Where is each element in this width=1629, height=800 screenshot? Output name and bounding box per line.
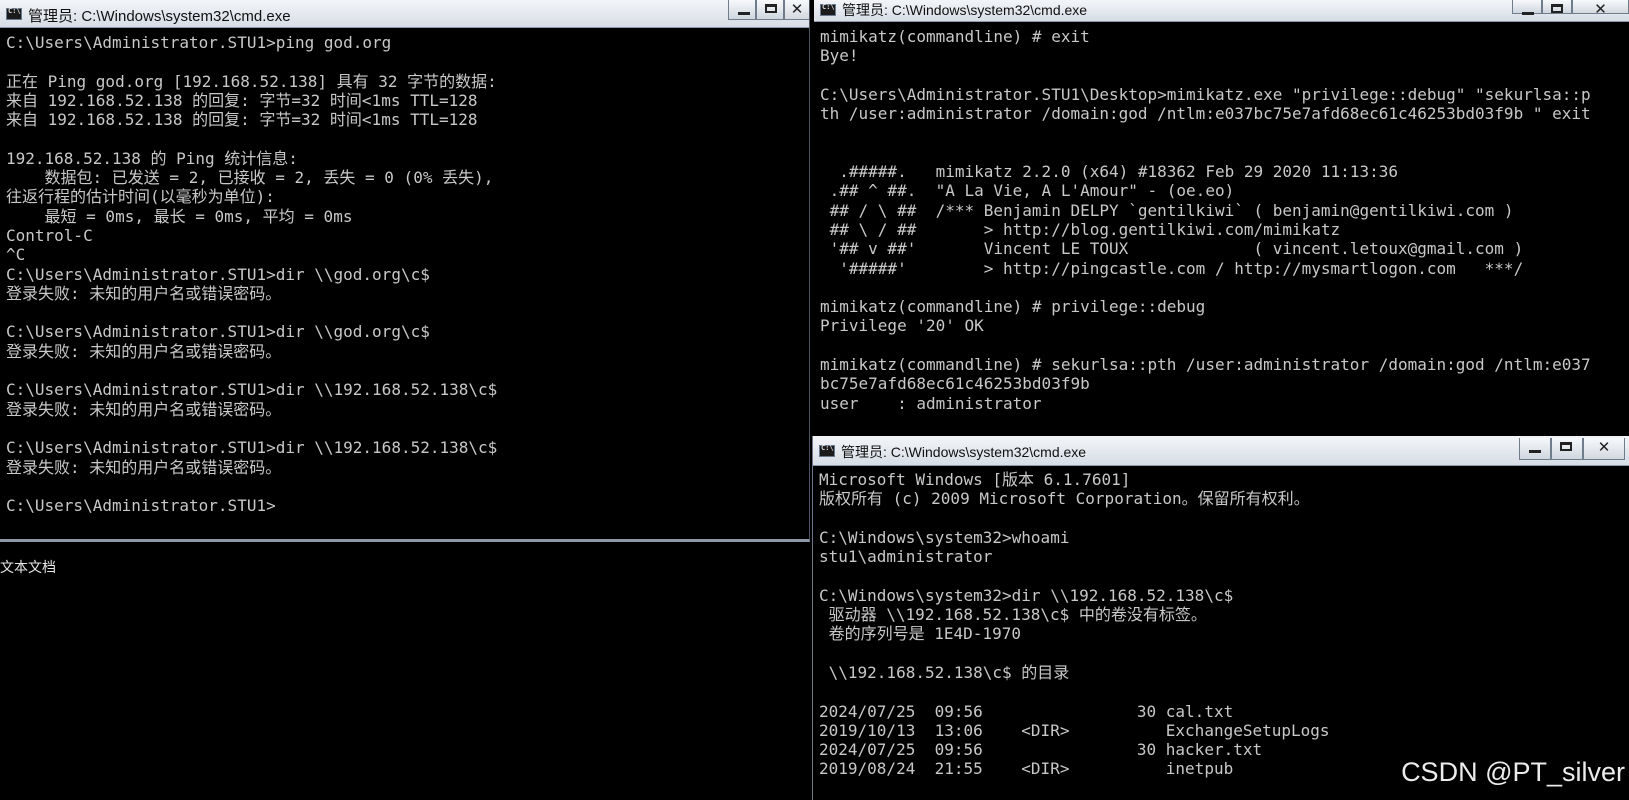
console-line: .## ^ ##. "A La Vie, A L'Amour" - (oe.eo… xyxy=(820,181,1235,201)
console-line: C:\Users\Administrator.STU1\Desktop>mimi… xyxy=(820,84,1591,104)
console-line: 来自 192.168.52.138 的回复: 字节=32 时间<1ms TTL=… xyxy=(6,110,478,130)
console-line: C:\Windows\system32>dir \\192.168.52.138… xyxy=(819,585,1234,605)
console-line: 驱动器 \\192.168.52.138\c$ 中的卷没有标签。 xyxy=(819,605,1207,625)
minimize-button[interactable] xyxy=(728,0,756,20)
console-line: mimikatz(commandline) # sekurlsa::pth /u… xyxy=(820,355,1591,375)
watermark: CSDN @PT_silver xyxy=(1401,757,1625,787)
console-line: 2024/07/25 09:56 30 cal.txt xyxy=(819,701,1234,721)
title-bar[interactable]: 管理员: C:\Windows\system32\cmd.exe xyxy=(813,436,1629,466)
console-line: C:\Users\Administrator.STU1> xyxy=(6,496,276,516)
console-line: .#####. mimikatz 2.2.0 (x64) #18362 Feb … xyxy=(820,162,1398,182)
window-title: 管理员: C:\Windows\system32\cmd.exe xyxy=(28,8,291,25)
desktop-file-label[interactable]: 文本文档 xyxy=(0,557,56,577)
desktop: 管理员: C:\Windows\system32\cmd.exe C:\User… xyxy=(0,0,1629,800)
maximize-button[interactable] xyxy=(756,0,784,20)
close-button[interactable] xyxy=(784,0,809,20)
console-line: '#####' > http://pingcastle.com / http:/… xyxy=(820,258,1524,278)
window-title: 管理员: C:\Windows\system32\cmd.exe xyxy=(842,2,1088,18)
console-line: C:\Windows\system32>whoami xyxy=(819,527,1070,547)
desktop-background-area: 文本文档 xyxy=(0,545,812,800)
console-line: 最短 = 0ms, 最长 = 0ms, 平均 = 0ms xyxy=(6,206,353,226)
title-bar[interactable]: 管理员: C:\Windows\system32\cmd.exe xyxy=(0,0,809,28)
console-line: ## \ / ## > http://blog.gentilkiwi.com/m… xyxy=(820,219,1341,239)
console-line: bc75e7afd68ec61c46253bd03f9b xyxy=(820,374,1090,394)
console-line: user : administrator xyxy=(820,393,1042,413)
console-line: th /user:administrator /domain:god /ntlm… xyxy=(820,104,1591,124)
console-line: 登录失败: 未知的用户名或错误密码。 xyxy=(6,283,282,303)
title-bar[interactable]: 管理员: C:\Windows\system32\cmd.exe xyxy=(814,0,1629,22)
cmd-window-right-top[interactable]: 管理员: C:\Windows\system32\cmd.exe mimikat… xyxy=(814,0,1629,432)
cmd-app-icon[interactable] xyxy=(820,3,836,16)
minimize-button[interactable] xyxy=(1519,438,1551,460)
cmd-app-icon[interactable] xyxy=(819,444,835,457)
console-line: '## v ##' Vincent LE TOUX ( vincent.leto… xyxy=(820,239,1524,259)
cmd-app-icon[interactable] xyxy=(6,7,22,20)
console-line: 登录失败: 未知的用户名或错误密码。 xyxy=(6,457,282,477)
console-line: Bye! xyxy=(820,46,859,66)
console-output[interactable]: mimikatz(commandline) # exit Bye! C:\Users… xyxy=(814,25,1629,432)
console-line: C:\Users\Administrator.STU1>dir \\192.16… xyxy=(6,438,498,458)
console-line: 卷的序列号是 1E4D-1970 xyxy=(819,624,1021,644)
console-line: ^C xyxy=(6,245,26,265)
console-line: ## / \ ## /*** Benjamin DELPY `gentilkiw… xyxy=(820,200,1514,220)
console-line: 数据包: 已发送 = 2, 已接收 = 2, 丢失 = 0 (0% 丢失), xyxy=(6,168,494,188)
console-line: 版权所有 (c) 2009 Microsoft Corporation。保留所有… xyxy=(819,489,1310,509)
console-line: 正在 Ping god.org [192.168.52.138] 具有 32 字… xyxy=(6,71,497,91)
console-line: Privilege '20' OK xyxy=(820,316,984,336)
console-line: Control-C xyxy=(6,225,93,245)
console-line: 往返行程的估计时间(以毫秒为单位): xyxy=(6,187,275,207)
cmd-window-left[interactable]: 管理员: C:\Windows\system32\cmd.exe C:\User… xyxy=(0,0,810,542)
maximize-button[interactable] xyxy=(1542,0,1572,14)
console-output[interactable]: Microsoft Windows [版本 6.1.7601] 版权所有 (c) … xyxy=(813,468,1629,800)
console-line: mimikatz(commandline) # exit xyxy=(820,27,1090,46)
window-title: 管理员: C:\Windows\system32\cmd.exe xyxy=(841,444,1087,460)
maximize-button[interactable] xyxy=(1551,438,1583,460)
console-line: mimikatz(commandline) # privilege::debug xyxy=(820,297,1206,317)
console-line: Microsoft Windows [版本 6.1.7601] xyxy=(819,470,1131,489)
console-line: C:\Users\Administrator.STU1>dir \\192.16… xyxy=(6,380,498,400)
close-button[interactable] xyxy=(1583,438,1625,460)
console-line: 来自 192.168.52.138 的回复: 字节=32 时间<1ms TTL=… xyxy=(6,90,478,110)
cmd-window-right-bottom[interactable]: 管理员: C:\Windows\system32\cmd.exe Microso… xyxy=(812,436,1629,800)
close-button[interactable] xyxy=(1572,0,1629,19)
console-line: 192.168.52.138 的 Ping 统计信息: xyxy=(6,148,298,168)
console-line: C:\Users\Administrator.STU1>ping god.org xyxy=(6,33,392,52)
console-output[interactable]: C:\Users\Administrator.STU1>ping god.org… xyxy=(0,31,809,539)
minimize-button[interactable] xyxy=(1512,0,1542,15)
console-line: 登录失败: 未知的用户名或错误密码。 xyxy=(6,341,282,361)
console-line: 2019/10/13 13:06 <DIR> ExchangeSetupLogs xyxy=(819,720,1330,740)
console-line: 登录失败: 未知的用户名或错误密码。 xyxy=(6,399,282,419)
console-line: C:\Users\Administrator.STU1>dir \\god.or… xyxy=(6,264,430,284)
console-line: stu1\administrator xyxy=(819,547,993,567)
console-line: \\192.168.52.138\c$ 的目录 xyxy=(819,662,1070,682)
console-line: C:\Users\Administrator.STU1>dir \\god.or… xyxy=(6,322,430,342)
